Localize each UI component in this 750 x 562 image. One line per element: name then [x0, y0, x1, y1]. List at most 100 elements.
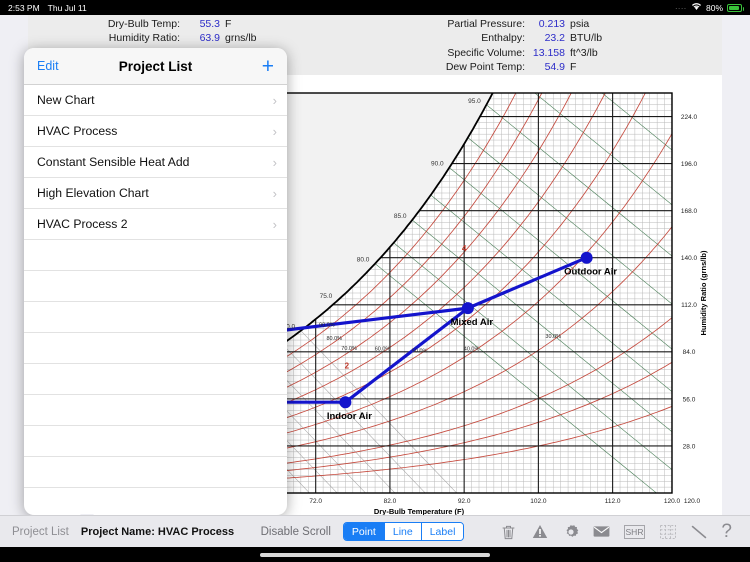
- chart-text: 82.0: [384, 498, 397, 505]
- chart-text: 140.0: [681, 255, 698, 262]
- chart-text: 56.0: [683, 396, 696, 403]
- chart-text: 40.0%: [464, 346, 480, 352]
- readout-unit: F: [570, 61, 576, 73]
- project-list[interactable]: New Chart›HVAC Process›Constant Sensible…: [24, 85, 287, 515]
- chart-text: 120.0: [664, 498, 681, 505]
- psychrometric-chart-svg[interactable]: 72.082.092.0102.0112.0120.028.056.084.01…: [278, 75, 722, 525]
- readout-label: Partial Pressure:: [380, 18, 525, 30]
- project-list-popover[interactable]: Edit Project List + New Chart›HVAC Proce…: [24, 48, 287, 515]
- readout-value: 55.3: [180, 18, 225, 30]
- state-point-label: Outdoor Air: [564, 267, 617, 278]
- state-point[interactable]: [462, 302, 474, 314]
- project-list-item[interactable]: HVAC Process›: [24, 116, 287, 147]
- chart-text: 92.0: [458, 498, 471, 505]
- signal-dots-icon: ....: [675, 4, 687, 11]
- status-bar: 2:53 PM Thu Jul 11 .... 80%: [0, 0, 750, 15]
- project-list-item-empty: [24, 333, 287, 364]
- readout-value: 13.158: [525, 47, 570, 59]
- bottom-toolbar: Project List Project Name: HVAC Process …: [0, 515, 750, 547]
- project-list-item-empty: [24, 457, 287, 488]
- project-list-item-empty: [24, 271, 287, 302]
- chart-text: 72.0: [309, 498, 322, 505]
- state-point-label: Mixed Air: [451, 317, 494, 328]
- chart-text: 112.0: [605, 498, 621, 505]
- status-bar-right: .... 80%: [675, 2, 742, 13]
- chart-text: 80.0: [357, 257, 370, 264]
- readout-column-right: Partial Pressure: 0.213 psia Enthalpy: 2…: [380, 18, 720, 75]
- readout-value: 63.9: [180, 32, 225, 44]
- chevron-right-icon: ›: [273, 155, 277, 170]
- segment-point[interactable]: Point: [344, 523, 385, 540]
- chart-text: 196.0: [681, 161, 698, 168]
- chart-text: 4: [462, 244, 467, 253]
- readout-row: Specific Volume: 13.158 ft^3/lb: [380, 47, 720, 61]
- line-icon[interactable]: [690, 523, 707, 540]
- project-list-item-label: High Elevation Chart: [37, 186, 149, 200]
- chevron-right-icon: ›: [273, 217, 277, 232]
- chart-text: 90.0: [431, 161, 444, 168]
- project-list-item[interactable]: HVAC Process 2 ›: [24, 209, 287, 240]
- readout-unit: grns/lb: [225, 32, 257, 44]
- readout-label: Enthalpy:: [380, 32, 525, 44]
- toolbar-icon-group: SHR ?: [500, 522, 732, 541]
- project-list-button[interactable]: Project List: [12, 526, 69, 538]
- trash-icon[interactable]: [500, 523, 517, 540]
- grid-icon[interactable]: [659, 523, 676, 540]
- battery-icon: [727, 4, 742, 12]
- psychrometric-chart[interactable]: 72.082.092.0102.0112.0120.028.056.084.01…: [278, 75, 722, 525]
- svg-text:SHR: SHR: [626, 527, 644, 537]
- chart-text: 102.0: [530, 498, 547, 505]
- envelope-icon[interactable]: [593, 523, 610, 540]
- shr-icon[interactable]: SHR: [624, 523, 645, 540]
- readout-value: 0.213: [525, 18, 570, 30]
- chart-text: 2: [345, 362, 350, 371]
- chevron-right-icon: ›: [273, 186, 277, 201]
- chart-text: 95.0: [468, 98, 481, 105]
- chart-text: 120.0: [684, 498, 701, 505]
- warning-triangle-icon[interactable]: [531, 523, 548, 540]
- chart-text: 70.0%: [341, 346, 357, 352]
- add-project-button[interactable]: +: [262, 56, 274, 77]
- state-point[interactable]: [581, 252, 593, 264]
- chart-text: 112.0: [681, 302, 697, 309]
- chart-text: 75.0: [320, 293, 333, 300]
- project-list-item[interactable]: High Elevation Chart ›: [24, 178, 287, 209]
- readout-label: Specific Volume:: [380, 47, 525, 59]
- readout-row: Humidity Ratio: 63.9 grns/lb: [28, 32, 358, 46]
- project-list-item[interactable]: Constant Sensible Heat Add›: [24, 147, 287, 178]
- home-indicator: [260, 553, 490, 557]
- app-window: Dry-Bulb Temp: 55.3 F Humidity Ratio: 63…: [0, 15, 750, 547]
- readout-label: Dry-Bulb Temp:: [28, 18, 180, 30]
- project-list-item-empty: [24, 426, 287, 457]
- project-list-item-empty: [24, 364, 287, 395]
- disable-scroll-button[interactable]: Disable Scroll: [261, 526, 331, 538]
- project-list-item[interactable]: New Chart›: [24, 85, 287, 116]
- readout-unit: psia: [570, 18, 589, 30]
- mode-segmented-control[interactable]: Point Line Label: [343, 522, 465, 541]
- project-list-item-empty: [24, 302, 287, 333]
- readout-unit: BTU/lb: [570, 32, 602, 44]
- chart-text: 168.0: [681, 208, 698, 215]
- chart-text: 85.0: [394, 213, 407, 220]
- segment-line[interactable]: Line: [385, 523, 422, 540]
- project-list-item-label: HVAC Process 2: [37, 217, 128, 231]
- battery-percent: 80%: [706, 3, 723, 13]
- chart-text: 28.0: [683, 443, 696, 450]
- readout-label: Humidity Ratio:: [28, 32, 180, 44]
- segment-label[interactable]: Label: [422, 523, 464, 540]
- popover-header: Edit Project List +: [24, 48, 287, 85]
- help-button[interactable]: ?: [721, 522, 732, 541]
- project-list-item-empty: [24, 240, 287, 271]
- chart-text: 90.0%: [319, 323, 335, 329]
- readout-value: 23.2: [525, 32, 570, 44]
- readout-row: Dew Point Temp: 54.9 F: [380, 61, 720, 75]
- readout-label: Dew Point Temp:: [380, 61, 525, 73]
- gear-icon[interactable]: [562, 523, 579, 540]
- project-list-item-empty: [24, 395, 287, 426]
- state-point[interactable]: [339, 396, 351, 408]
- project-list-item-label: New Chart: [37, 93, 95, 107]
- state-point-label: Indoor Air: [327, 411, 372, 422]
- chart-text: 224.0: [681, 114, 698, 121]
- wifi-icon: [691, 2, 702, 13]
- chart-text: 50.0%: [412, 348, 428, 354]
